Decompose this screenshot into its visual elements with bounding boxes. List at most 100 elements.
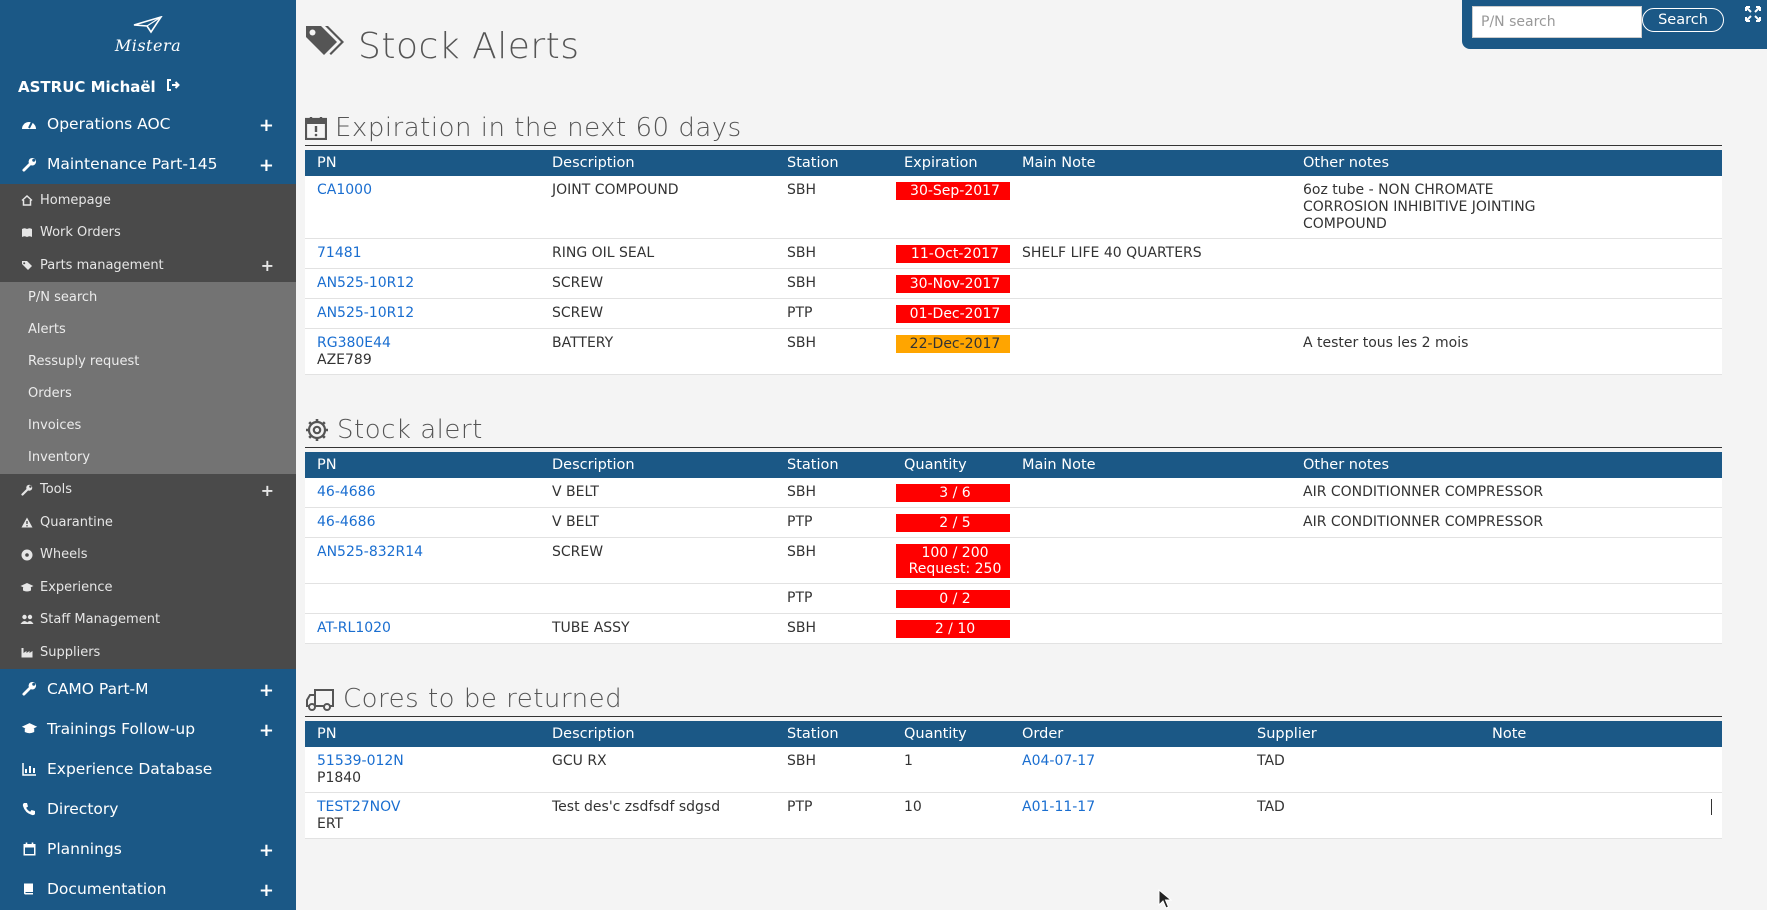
quantity-badge: 100 / 200 Request: 250	[896, 544, 1014, 578]
column-header[interactable]: Station	[775, 150, 892, 176]
table-row: 51539-012N P1840 GCU RX SBH 1 A04-07-17 T…	[305, 747, 1722, 793]
sidebar-item-wheels[interactable]: Wheels	[0, 539, 296, 572]
page-title-text: Stock Alerts	[358, 26, 580, 67]
station-cell: SBH	[775, 268, 892, 299]
pn-link[interactable]: 46-4686	[317, 484, 376, 500]
other-notes-text: 6oz tube - NON CHROMATE CORROSION INHIBI…	[1303, 182, 1536, 232]
expand-plus-icon[interactable]: +	[259, 721, 274, 740]
sidebar-item-parts-management[interactable]: Parts management +	[0, 249, 296, 282]
table-row: 71481 RING OIL SEAL SBH 11-Oct-2017 SHEL…	[305, 238, 1722, 269]
sidebar-item-orders[interactable]: Orders	[0, 378, 296, 410]
description-cell: GCU RX	[540, 747, 775, 793]
sidebar-item-alerts[interactable]: Alerts	[0, 314, 296, 346]
expiration-section: Expiration in the next 60 days PN Descri…	[305, 112, 1722, 375]
column-header[interactable]: Note	[1480, 721, 1722, 747]
pn-link[interactable]: AT-RL1020	[317, 620, 391, 636]
nav-plannings[interactable]: Plannings +	[0, 829, 296, 869]
pn-link[interactable]: 46-4686	[317, 514, 376, 530]
pn-link[interactable]: RG380E44	[317, 335, 391, 351]
sidebar-item-invoices[interactable]: Invoices	[0, 410, 296, 442]
main-note-cell	[1010, 268, 1291, 299]
sidebar-item-label: Suppliers	[40, 644, 101, 660]
column-header[interactable]: Quantity	[892, 452, 1010, 478]
column-header[interactable]: Expiration	[892, 150, 1010, 176]
stock-alert-table: PN Description Station Quantity Main Not…	[305, 452, 1722, 644]
sidebar-item-experience[interactable]: Experience	[0, 571, 296, 604]
column-header[interactable]: PN	[305, 721, 540, 747]
sidebar-item-quarantine[interactable]: Quarantine	[0, 506, 296, 539]
expand-plus-icon[interactable]: +	[259, 881, 274, 900]
column-header[interactable]: PN	[305, 150, 540, 176]
expand-plus-icon[interactable]: +	[261, 481, 274, 500]
expand-plus-icon[interactable]: +	[259, 157, 274, 175]
sidebar: Mistera ASTRUC Michaël Operations AOC + …	[0, 0, 296, 910]
logo[interactable]: Mistera	[0, 0, 296, 70]
nav-maintenance-part-145[interactable]: Maintenance Part-145 +	[0, 144, 296, 184]
logout-icon[interactable]	[166, 78, 180, 96]
section-title: Cores to be returned	[305, 683, 1722, 717]
column-header[interactable]: Description	[540, 721, 775, 747]
sidebar-item-tools[interactable]: Tools +	[0, 474, 296, 507]
table-row: CA1000 JOINT COMPOUND SBH 30-Sep-2017 6o…	[305, 176, 1722, 239]
main-note-cell	[1010, 613, 1291, 644]
table-row: AN525-10R12 SCREW SBH 30-Nov-2017	[305, 268, 1722, 299]
nav-documentation[interactable]: Documentation +	[0, 869, 296, 909]
graduation-icon	[20, 582, 34, 593]
chart-icon	[20, 762, 38, 776]
pn-search-input[interactable]	[1472, 6, 1642, 38]
expand-plus-icon[interactable]: +	[259, 117, 274, 135]
pn-link[interactable]: AN525-832R14	[317, 544, 423, 560]
pn-link[interactable]: AN525-10R12	[317, 305, 414, 321]
sidebar-item-pn-search[interactable]: P/N search	[0, 282, 296, 314]
expand-plus-icon[interactable]: +	[259, 681, 274, 700]
quantity-badge: 0 / 2	[896, 590, 1014, 608]
column-header[interactable]: Other notes	[1291, 452, 1722, 478]
column-header[interactable]: Station	[775, 721, 892, 747]
expiration-badge: 11-Oct-2017	[896, 245, 1014, 263]
search-button[interactable]: Search	[1642, 8, 1724, 32]
pn-link[interactable]: 51539-012N	[317, 753, 404, 769]
column-header[interactable]: Order	[1010, 721, 1245, 747]
nav-label: Directory	[47, 799, 119, 818]
gear-icon	[305, 418, 329, 442]
main-note-cell	[1010, 583, 1291, 614]
column-header[interactable]: Station	[775, 452, 892, 478]
column-header[interactable]: Main Note	[1010, 452, 1291, 478]
column-header[interactable]: PN	[305, 452, 540, 478]
nav-label: Experience Database	[47, 759, 213, 778]
sidebar-item-ressuply-request[interactable]: Ressuply request	[0, 346, 296, 378]
column-header[interactable]: Quantity	[892, 721, 1010, 747]
nav-directory[interactable]: Directory	[0, 789, 296, 829]
table-row: TEST27NOV ERT Test des'c zsdfsdf sdgsd PT…	[305, 792, 1722, 839]
order-link[interactable]: A01-11-17	[1022, 799, 1095, 815]
pn-link[interactable]: 71481	[317, 245, 362, 261]
pn-link[interactable]: AN525-10R12	[317, 275, 414, 291]
nav-experience-database[interactable]: Experience Database	[0, 749, 296, 789]
sidebar-item-homepage[interactable]: Homepage	[0, 184, 296, 217]
expand-plus-icon[interactable]: +	[261, 257, 274, 275]
column-header[interactable]: Other notes	[1291, 150, 1722, 176]
nav-trainings-follow-up[interactable]: Trainings Follow-up +	[0, 709, 296, 749]
column-header[interactable]: Main Note	[1010, 150, 1291, 176]
sidebar-item-suppliers[interactable]: Suppliers	[0, 636, 296, 669]
column-header[interactable]: Description	[540, 150, 775, 176]
description-cell: TUBE ASSY	[540, 613, 775, 644]
sidebar-item-inventory[interactable]: Inventory	[0, 442, 296, 474]
expand-icon[interactable]	[1745, 6, 1761, 27]
pn-link[interactable]: TEST27NOV	[317, 799, 400, 815]
pn-link[interactable]: CA1000	[317, 182, 372, 198]
request-value: Request: 250	[908, 561, 1002, 577]
order-link[interactable]: A04-07-17	[1022, 753, 1095, 769]
nav-operations-aoc[interactable]: Operations AOC +	[0, 104, 296, 144]
section-title-text: Expiration in the next 60 days	[335, 113, 742, 143]
station-cell: SBH	[775, 537, 892, 584]
sidebar-item-staff-management[interactable]: Staff Management	[0, 604, 296, 637]
nav-camo-part-m[interactable]: CAMO Part-M +	[0, 669, 296, 709]
column-header[interactable]: Supplier	[1245, 721, 1480, 747]
sidebar-item-work-orders[interactable]: Work Orders	[0, 217, 296, 250]
expand-plus-icon[interactable]: +	[259, 841, 274, 860]
table-row: RG380E44 AZE789 BATTERY SBH 22-Dec-2017 A…	[305, 328, 1722, 375]
expiration-badge: 22-Dec-2017	[896, 335, 1014, 353]
sidebar-item-label: Wheels	[40, 547, 88, 563]
column-header[interactable]: Description	[540, 452, 775, 478]
